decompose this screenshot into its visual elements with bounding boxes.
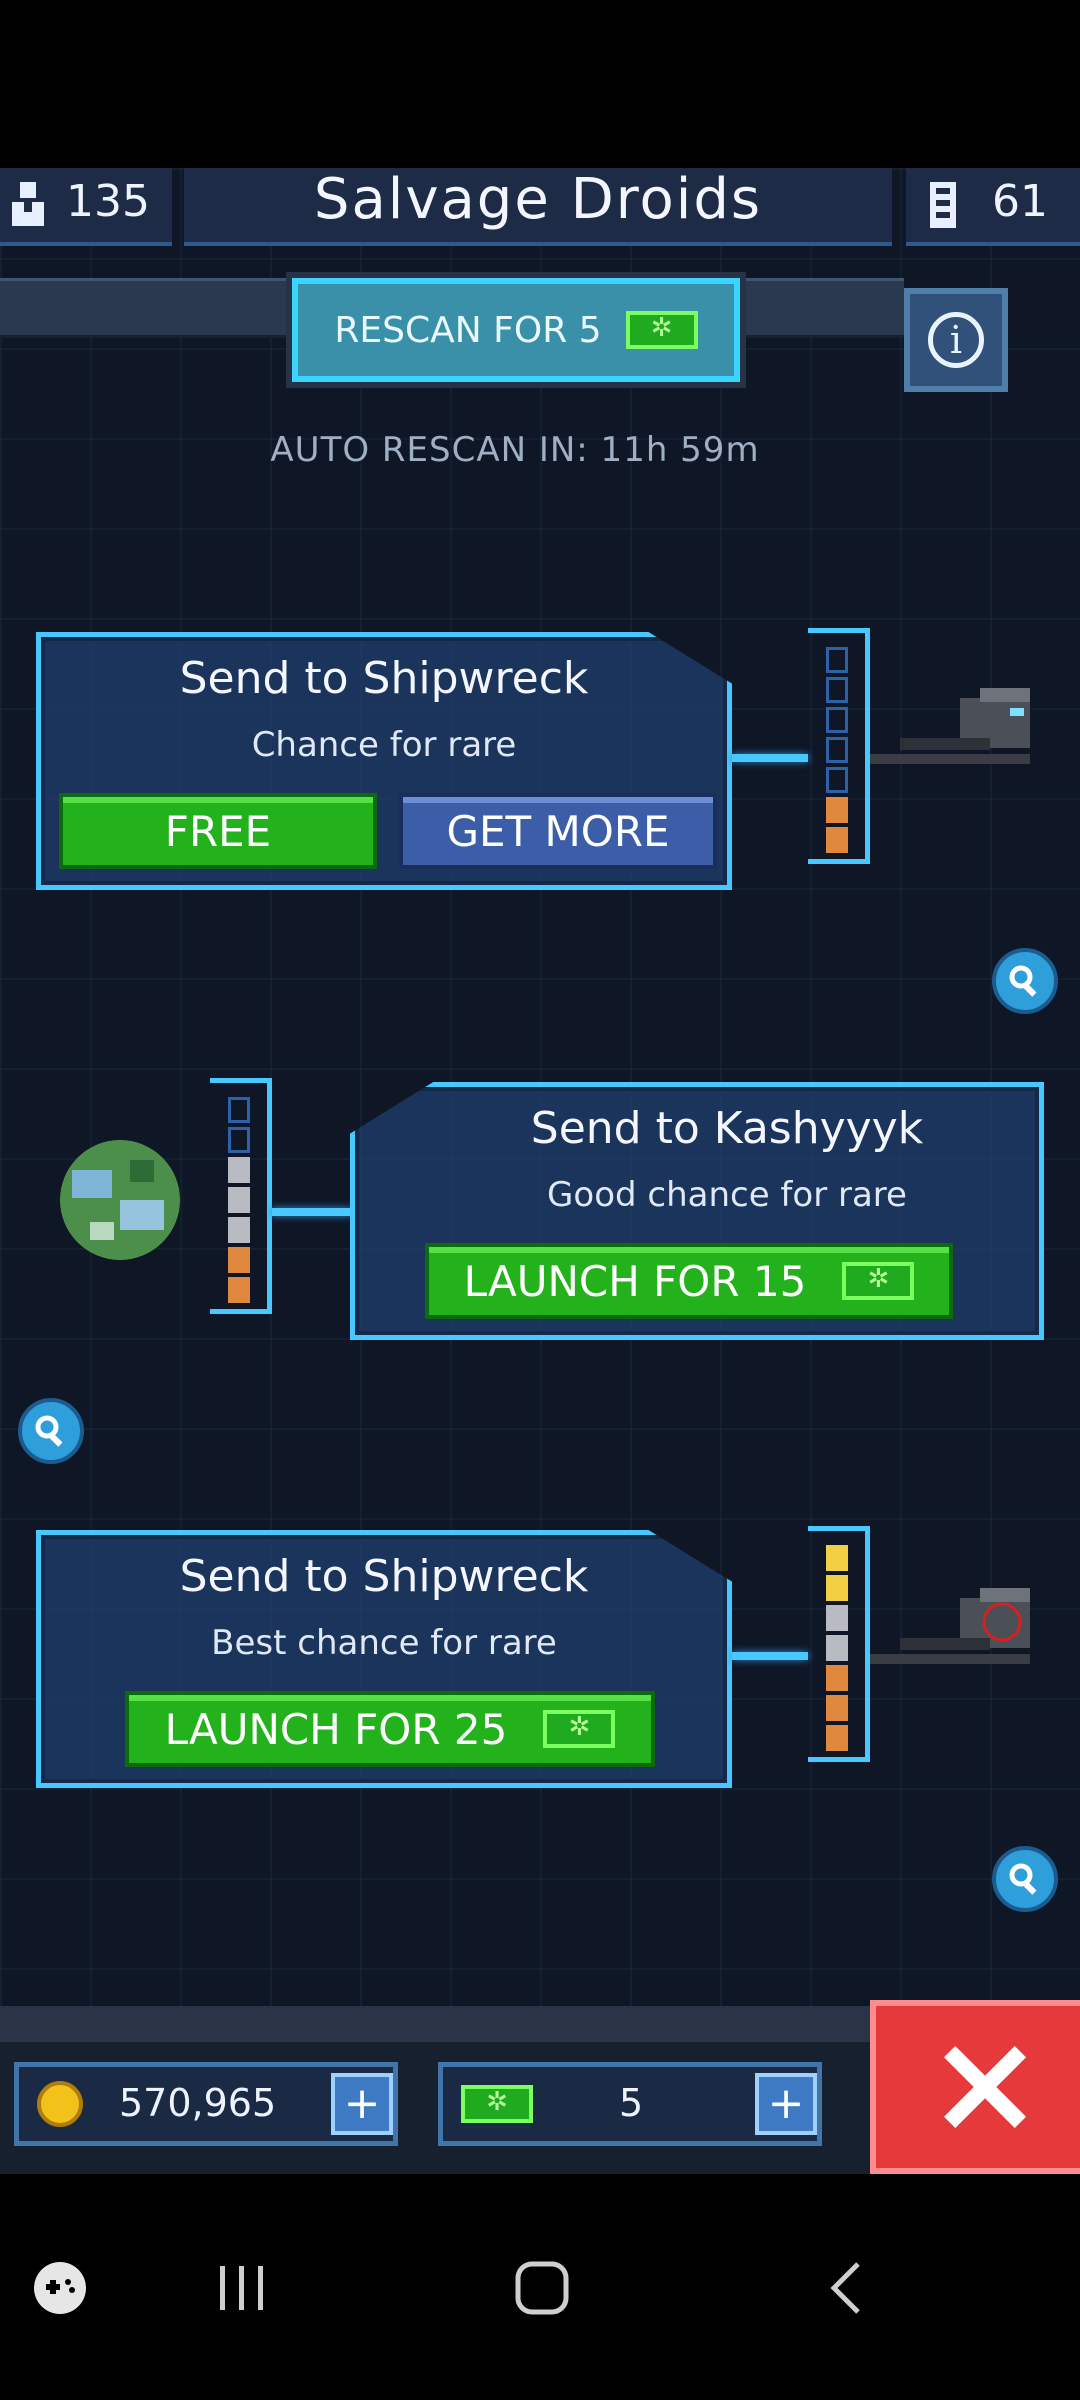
inspect-button-1[interactable] [992, 948, 1058, 1014]
page-title: Salvage Droids [313, 168, 763, 232]
gauge-segment [826, 767, 848, 793]
magnifier-icon [1009, 965, 1037, 997]
free-button[interactable]: FREE [59, 793, 377, 869]
launch-button[interactable]: LAUNCH FOR 25 [125, 1691, 655, 1767]
gauge-segment [826, 1695, 848, 1721]
gauge-segment [826, 707, 848, 733]
title-bar: Salvage Droids [184, 168, 892, 246]
rail-right [740, 278, 904, 338]
connector [272, 1208, 352, 1216]
launch-label: LAUNCH FOR 25 [164, 1704, 508, 1754]
gauge-segment [228, 1247, 250, 1273]
get-more-button[interactable]: GET MORE [399, 793, 717, 869]
gauge-segment [826, 1665, 848, 1691]
mission-subtitle: Good chance for rare [547, 1175, 907, 1215]
auto-rescan-timer: AUTO RESCAN IN: 11h 59m [270, 430, 760, 470]
mission-subtitle: Chance for rare [251, 725, 517, 765]
mission-title: Send to Kashyyyk [530, 1103, 924, 1154]
gauge-segment [228, 1277, 250, 1303]
launch-label: LAUNCH FOR 15 [463, 1256, 807, 1306]
rescan-button[interactable]: RESCAN FOR 5 [292, 278, 740, 382]
info-icon: i [928, 312, 984, 368]
close-button[interactable] [870, 2000, 1080, 2174]
magnifier-icon [1009, 1863, 1037, 1895]
gauge-segment [826, 1635, 848, 1661]
gauge-segment [826, 827, 848, 853]
gem-icon [625, 311, 698, 349]
close-icon [943, 2045, 1027, 2129]
crew-count: 135 [66, 176, 150, 227]
coins-value: 570,965 [119, 2081, 277, 2125]
gauge-segment [826, 1605, 848, 1631]
mission-title: Send to Shipwreck [179, 653, 589, 704]
device-icon [930, 182, 956, 228]
buy-coins-button[interactable]: + [331, 2073, 393, 2135]
gauge-segment [826, 797, 848, 823]
plus-icon: + [343, 2078, 381, 2129]
mission-panel-2: Send to Kashyyyk Good chance for rare LA… [350, 1082, 1044, 1340]
shipwreck-image [870, 1588, 1030, 1664]
crew-counter: 135 [0, 168, 172, 246]
parts-count: 61 [992, 176, 1048, 227]
inspect-button-2[interactable] [18, 1398, 84, 1464]
rescan-label: RESCAN FOR 5 [334, 309, 602, 351]
shipwreck-image [870, 688, 1030, 764]
connector [732, 1652, 808, 1660]
parts-counter: 61 [906, 168, 1080, 246]
connector [732, 754, 808, 762]
free-label: FREE [164, 806, 272, 856]
launch-button[interactable]: LAUNCH FOR 15 [425, 1243, 953, 1319]
gems-value: 5 [619, 2081, 644, 2125]
info-button[interactable]: i [904, 288, 1008, 392]
planet-image [60, 1140, 180, 1260]
recents-icon[interactable] [214, 2260, 270, 2316]
gem-icon [543, 1710, 616, 1748]
get-more-label: GET MORE [446, 806, 670, 856]
game-launcher-icon[interactable] [32, 2260, 88, 2316]
gem-icon [842, 1262, 915, 1300]
gauge-segment [826, 1725, 848, 1751]
gem-icon [461, 2085, 533, 2123]
system-nav-bar [0, 2174, 1080, 2400]
coins-box: 570,965 + [14, 2062, 398, 2146]
gauge-segment [826, 677, 848, 703]
mission-title: Send to Shipwreck [179, 1551, 589, 1602]
magnifier-icon [35, 1415, 63, 1447]
plus-icon: + [767, 2078, 805, 2129]
gauge-segment [826, 647, 848, 673]
gauge-segment [826, 1575, 848, 1601]
gauge-segment [826, 1545, 848, 1571]
buy-gems-button[interactable]: + [755, 2073, 817, 2135]
coin-icon [37, 2081, 83, 2127]
gauge-segment [228, 1187, 250, 1213]
home-icon[interactable] [514, 2260, 570, 2316]
person-icon [12, 182, 44, 226]
back-icon[interactable] [820, 2260, 876, 2316]
gauge-segment [228, 1217, 250, 1243]
mission-subtitle: Best chance for rare [211, 1623, 557, 1663]
rail-left [0, 278, 292, 338]
inspect-button-3[interactable] [992, 1846, 1058, 1912]
mission-panel-1: Send to Shipwreck Chance for rare FREE G… [36, 632, 732, 890]
game-screen: 135 Salvage Droids 61 RESCAN FOR 5 i AUT… [0, 168, 1080, 2174]
mission-panel-3: Send to Shipwreck Best chance for rare L… [36, 1530, 732, 1788]
gauge-segment [228, 1157, 250, 1183]
gems-box: 5 + [438, 2062, 822, 2146]
rarity-gauge-2 [210, 1078, 272, 1314]
gauge-segment [826, 737, 848, 763]
gauge-segment [228, 1127, 250, 1153]
gauge-segment [228, 1097, 250, 1123]
